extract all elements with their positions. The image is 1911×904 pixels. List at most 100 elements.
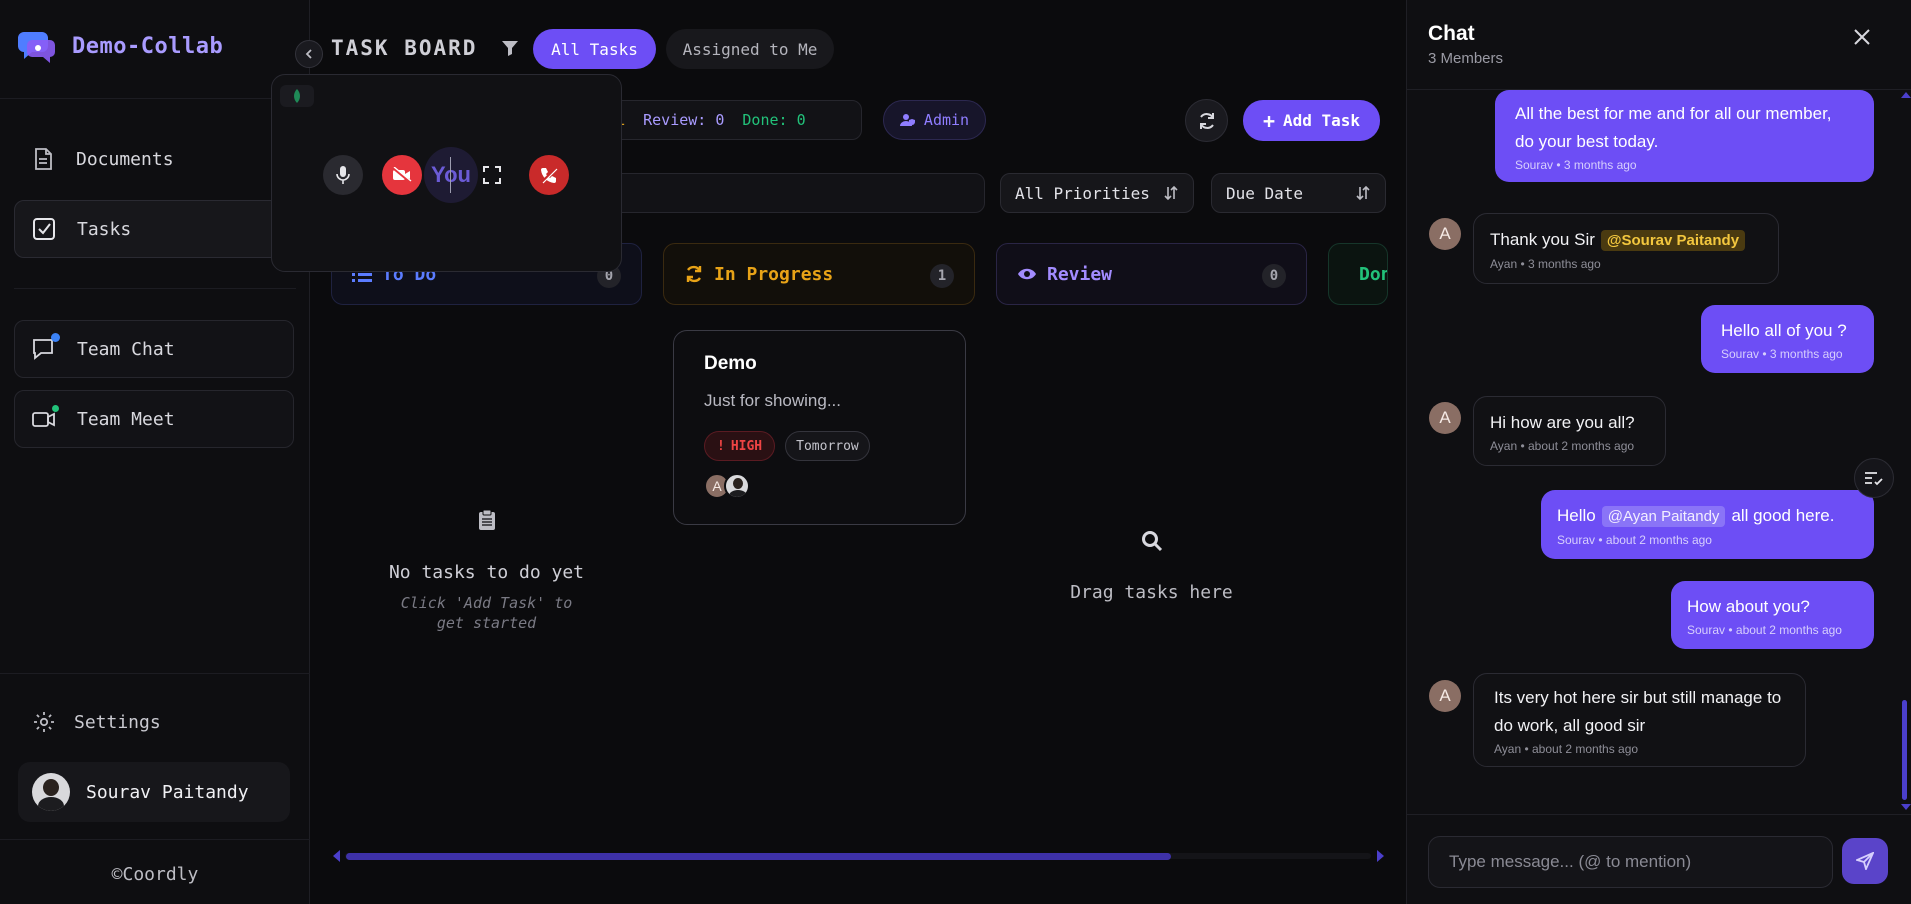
- sidebar-item-team-meet[interactable]: Team Meet: [14, 390, 294, 448]
- avatar: A: [1429, 402, 1461, 434]
- message-meta: Ayan • about 2 months ago: [1490, 439, 1635, 453]
- sidebar-item-label: Team Meet: [77, 408, 175, 430]
- column-title: Review: [1047, 263, 1113, 285]
- live-dot: [52, 405, 59, 412]
- page-title: TASK BOARD: [331, 36, 478, 60]
- close-icon[interactable]: [1853, 28, 1871, 46]
- scroll-left-arrow[interactable]: [333, 850, 340, 862]
- refresh-button[interactable]: [1185, 99, 1228, 142]
- task-card[interactable]: Demo Just for showing... ! HIGH Tomorrow …: [673, 330, 966, 525]
- checklist-icon: [1865, 472, 1883, 486]
- fullscreen-button[interactable]: [472, 155, 512, 195]
- message-body: all good here.: [1731, 506, 1835, 525]
- mic-button[interactable]: [323, 155, 363, 195]
- minimize-button[interactable]: [280, 85, 314, 107]
- drag-hint: Drag tasks here: [1070, 582, 1233, 603]
- end-call-button[interactable]: [529, 155, 569, 195]
- add-task-label: Add Task: [1282, 111, 1361, 130]
- filter-all-tasks[interactable]: All Tasks: [533, 29, 656, 69]
- mention[interactable]: @Ayan Paitandy: [1601, 506, 1726, 527]
- user-name: Sourav Paitandy: [86, 781, 249, 803]
- message-text: Thank you Sir @Sourav Paitandy: [1490, 226, 1762, 255]
- settings-button[interactable]: Settings: [32, 710, 161, 734]
- avatar: [724, 473, 750, 499]
- message-meta: Ayan • about 2 months ago: [1494, 742, 1639, 756]
- send-icon: [1856, 852, 1874, 870]
- scroll-down-arrow[interactable]: [1901, 804, 1911, 810]
- chat-header: Chat 3 Members: [1407, 0, 1911, 90]
- video-call-widget[interactable]: You: [271, 74, 622, 272]
- mention[interactable]: @Sourav Paitandy: [1600, 230, 1746, 251]
- sort-icon: [1356, 185, 1370, 201]
- message-text: Its very hot here sir but still manage t…: [1494, 688, 1782, 735]
- message-meta: Sourav • about 2 months ago: [1557, 533, 1712, 547]
- assignees: A: [704, 473, 935, 499]
- admin-badge: Admin: [883, 100, 986, 140]
- message-text: Hello all of you ?: [1721, 321, 1847, 340]
- send-button[interactable]: [1842, 838, 1888, 884]
- message-incoming: Thank you Sir @Sourav Paitandy Ayan • 3 m…: [1473, 213, 1779, 284]
- scroll-thumb[interactable]: [1902, 700, 1907, 800]
- logo-icon: [18, 32, 55, 63]
- chat-icon-wrap: [31, 333, 60, 362]
- chevron-left-icon: [305, 49, 312, 59]
- expand-icon: [483, 166, 501, 184]
- brand-title: Demo-Collab: [72, 33, 224, 59]
- message-list[interactable]: All the best for me and for all our memb…: [1407, 90, 1911, 812]
- message-outgoing: All the best for me and for all our memb…: [1495, 90, 1874, 182]
- message-meta: Sourav • about 2 months ago: [1687, 623, 1842, 637]
- refresh-icon: [1199, 112, 1214, 129]
- vertical-scrollbar[interactable]: [1899, 90, 1911, 812]
- filter-icon[interactable]: [500, 38, 520, 58]
- sidebar-item-team-chat[interactable]: Team Chat: [14, 320, 294, 378]
- collapse-sidebar-button[interactable]: [295, 40, 323, 68]
- priority-badge: ! HIGH: [704, 431, 776, 461]
- sidebar-item-label: Tasks: [77, 218, 132, 240]
- message-text: Hello @Ayan Paitandy all good here.: [1557, 502, 1858, 531]
- unread-dot: [51, 333, 60, 342]
- sidebar-item-label: Team Chat: [77, 338, 175, 360]
- tasks-toggle-button[interactable]: [1854, 458, 1894, 498]
- clipboard-icon: [478, 509, 495, 530]
- phone-off-icon: [541, 167, 558, 184]
- message-body: Thank you Sir: [1490, 230, 1595, 249]
- chat-title: Chat: [1428, 22, 1475, 45]
- camera-off-button[interactable]: [382, 155, 422, 195]
- gear-icon: [34, 712, 54, 732]
- exclamation-icon: !: [717, 438, 725, 454]
- user-shield-icon: [899, 114, 915, 126]
- sort-value: Due Date: [1226, 183, 1304, 203]
- user-profile[interactable]: Sourav Paitandy: [18, 762, 290, 822]
- scroll-thumb[interactable]: [346, 853, 1171, 860]
- priority-select[interactable]: All Priorities: [1000, 173, 1194, 213]
- column-title: In Progress: [714, 263, 834, 285]
- brand[interactable]: Demo-Collab: [18, 28, 223, 64]
- divider: [0, 839, 310, 840]
- horizontal-scrollbar[interactable]: [331, 849, 1386, 863]
- chat-composer: [1407, 814, 1911, 904]
- priority-value: All Priorities: [1015, 183, 1150, 203]
- chat-panel: Chat 3 Members All the best for me and f…: [1406, 0, 1911, 904]
- message-outgoing: How about you? Sourav • about 2 months a…: [1671, 581, 1874, 649]
- sync-icon: [686, 265, 702, 283]
- add-task-button[interactable]: + Add Task: [1243, 100, 1380, 141]
- message-meta: Sourav • 3 months ago: [1721, 347, 1843, 361]
- stat-value: 0: [715, 111, 725, 129]
- scroll-right-arrow[interactable]: [1377, 850, 1384, 862]
- divider: [0, 673, 310, 674]
- sidebar-item-tasks[interactable]: Tasks: [14, 200, 294, 258]
- column-review: Review 0: [996, 243, 1307, 305]
- sort-select[interactable]: Due Date: [1211, 173, 1386, 213]
- eye-icon: [1018, 268, 1036, 280]
- filter-assigned-to-me[interactable]: Assigned to Me: [666, 29, 834, 69]
- scroll-up-arrow[interactable]: [1901, 92, 1911, 98]
- message-body: Hello: [1557, 506, 1596, 525]
- task-tags: ! HIGH Tomorrow: [704, 431, 935, 461]
- sidebar-item-documents[interactable]: Documents: [14, 130, 294, 188]
- message-text: Hi how are you all?: [1490, 413, 1635, 432]
- search-input[interactable]: [600, 173, 985, 213]
- avatar: A: [1429, 218, 1461, 250]
- message-input[interactable]: [1428, 836, 1833, 888]
- column-done: Done: [1328, 243, 1388, 305]
- sort-icon: [1164, 185, 1178, 201]
